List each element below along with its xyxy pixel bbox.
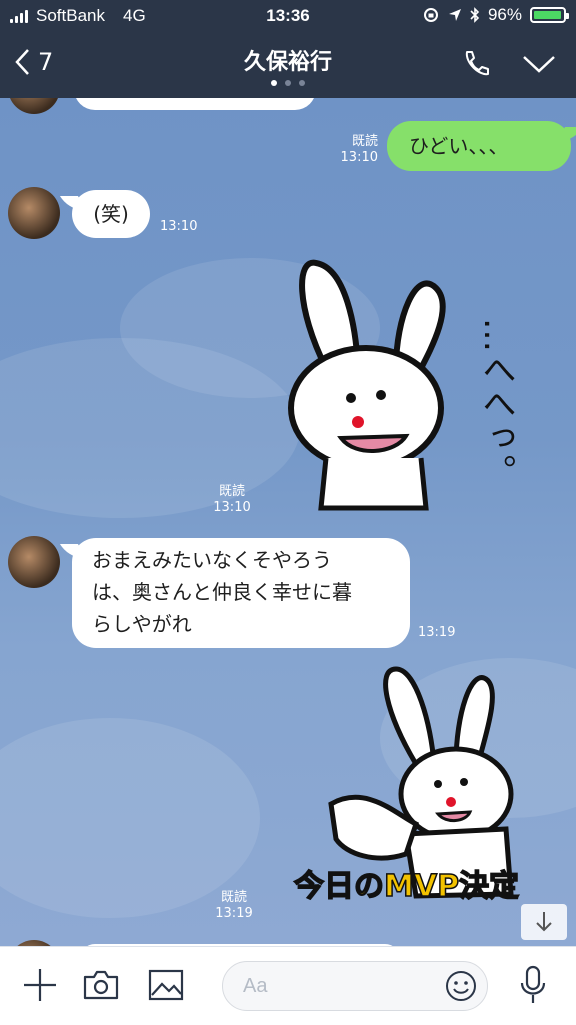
page-dot <box>271 80 277 86</box>
message-time: 13:19 <box>418 625 456 640</box>
message-line: らしやがれ <box>92 612 192 636</box>
message-time: 13:10 <box>213 500 251 515</box>
message-line: は、奥さんと仲良く幸せに暮 <box>92 580 352 604</box>
message-time: 13:10 <box>160 219 198 234</box>
chevron-down-icon[interactable] <box>522 54 556 74</box>
rabbit-sticker[interactable]: …へへっ。 <box>286 258 546 518</box>
microphone-icon[interactable] <box>518 965 548 1005</box>
message-bubble-sent[interactable]: ひどい、、、 <box>387 121 571 171</box>
battery-percent: 96% <box>487 5 522 24</box>
message-bubble[interactable] <box>74 98 316 110</box>
message-meta: 既読 13:10 <box>330 134 378 166</box>
chat-area[interactable]: 既読 13:10 ひどい、、、 (笑) 13:10 …へへっ。 既読 13:10… <box>0 98 576 946</box>
sticker-caption: 今日のMVP決定 <box>293 868 520 905</box>
sticker-caption: …へへっ。 <box>476 318 516 488</box>
avatar[interactable] <box>8 536 60 588</box>
message-time: 13:19 <box>215 906 253 921</box>
emoji-icon[interactable] <box>445 970 477 1002</box>
location-icon <box>448 9 461 21</box>
rabbit-mvp-sticker[interactable]: 今日のMVP決定 <box>286 664 550 914</box>
phone-icon[interactable] <box>460 48 492 80</box>
message-meta: 既読 13:10 <box>210 484 254 516</box>
status-bar: SoftBank 4G 13:36 96% <box>0 0 576 32</box>
read-receipt: 既読 <box>351 134 378 149</box>
composer-bar <box>0 946 576 1025</box>
message-input[interactable] <box>222 961 488 1011</box>
message-meta: 既読 13:19 <box>212 890 256 922</box>
plus-icon[interactable] <box>22 967 58 1003</box>
page-dot <box>299 80 305 86</box>
avatar[interactable] <box>8 187 60 239</box>
orientation-lock-icon <box>423 8 438 22</box>
chat-header: 7 久保裕行 <box>0 32 576 98</box>
bluetooth-icon <box>470 7 480 23</box>
image-icon[interactable] <box>148 967 184 1003</box>
read-receipt: 既読 <box>218 484 245 499</box>
read-receipt: 既読 <box>220 890 247 905</box>
arrow-down-icon <box>536 912 552 932</box>
sticker-caption-text: 今日のMVP決定 <box>294 869 519 904</box>
scroll-to-bottom-button[interactable] <box>521 904 567 940</box>
message-bubble[interactable]: おまえみたいなくそやろう は、奥さんと仲良く幸せに暮 らしやがれ <box>72 538 410 648</box>
battery-icon <box>530 7 569 23</box>
page-indicator <box>0 80 576 86</box>
message-line: おまえみたいなくそやろう <box>92 548 332 572</box>
camera-icon[interactable] <box>82 967 120 1003</box>
page-dot <box>285 80 291 86</box>
message-text-field[interactable] <box>241 974 445 999</box>
message-time: 13:10 <box>340 150 378 165</box>
avatar[interactable] <box>8 98 60 114</box>
sticker-caption-text: …へへっ。 <box>476 318 516 488</box>
message-bubble[interactable]: (笑) <box>72 190 150 238</box>
